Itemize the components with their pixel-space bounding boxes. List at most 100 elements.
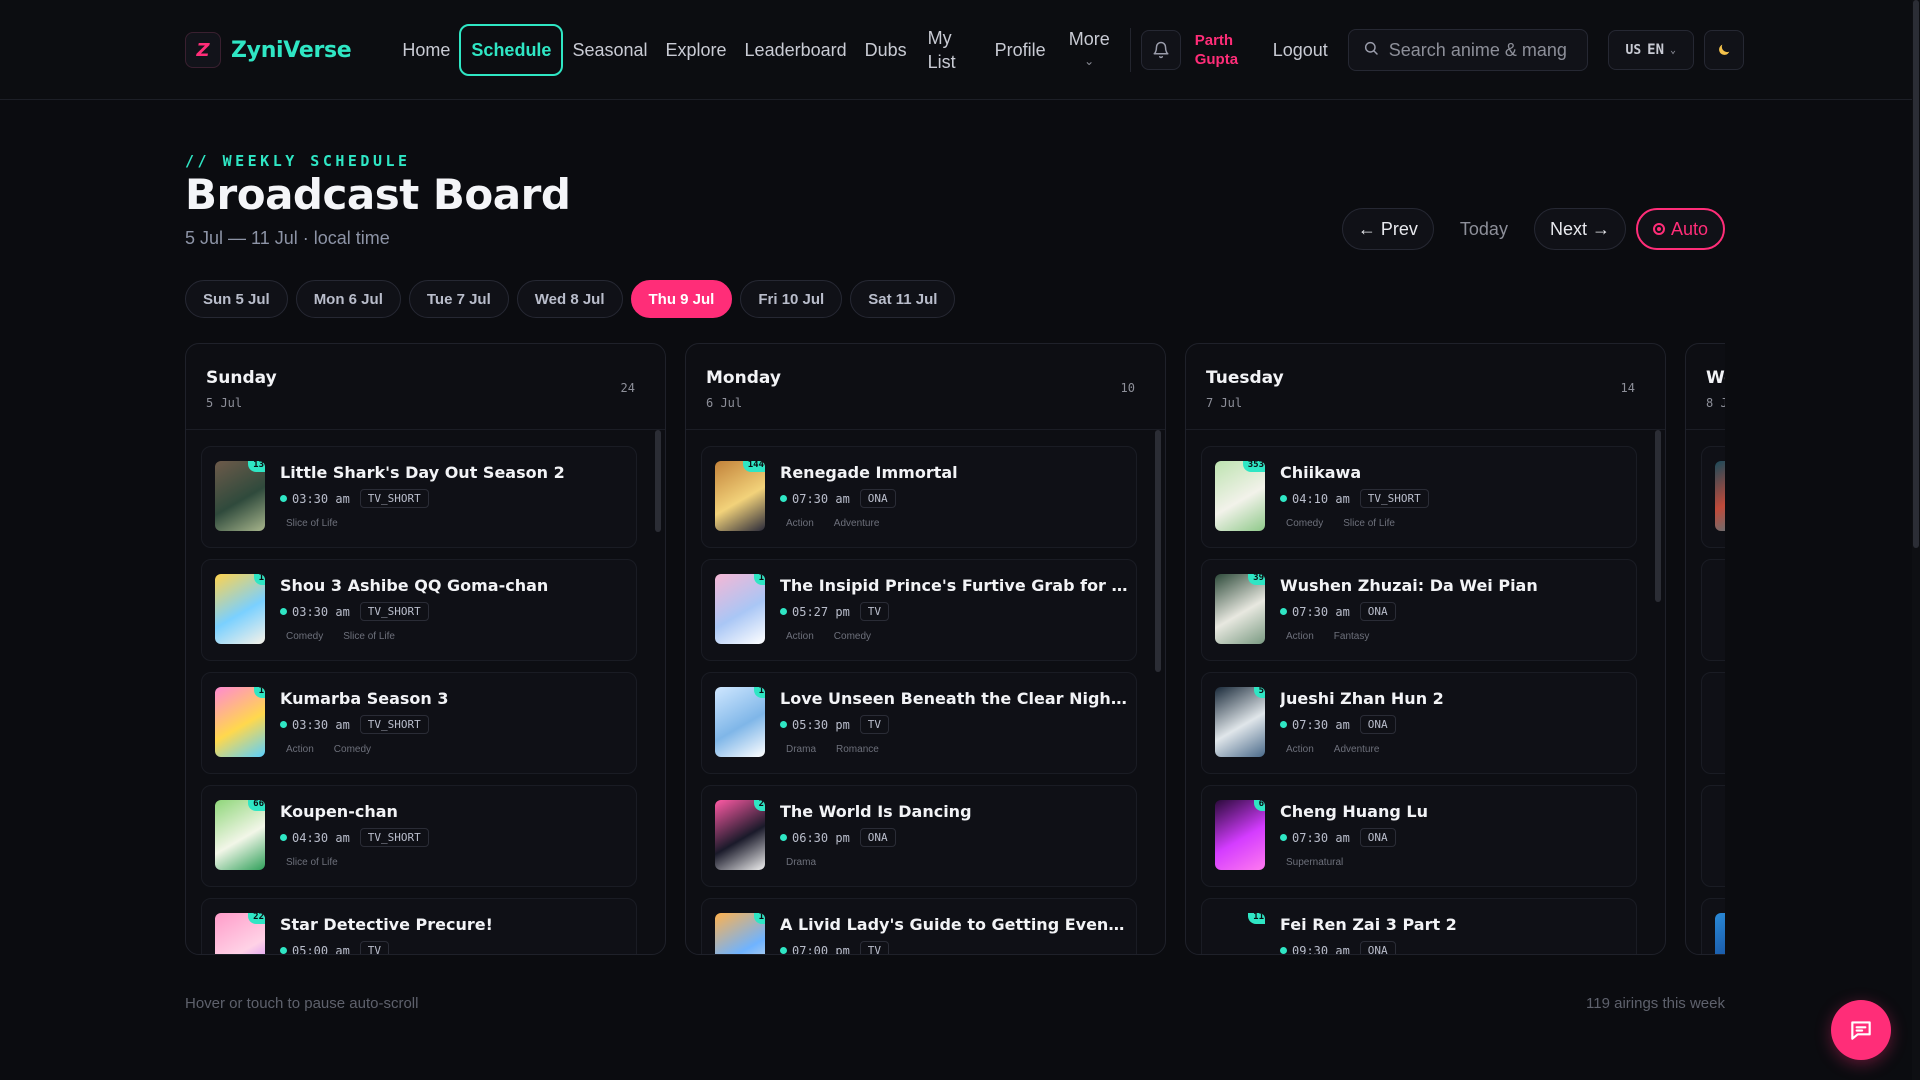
logout-link[interactable]: Logout (1273, 40, 1328, 61)
anime-title[interactable]: The Insipid Prince's Furtive Grab for th… (780, 576, 1130, 595)
chat-icon[interactable] (1831, 1000, 1891, 1060)
episode-badge: 1 (753, 687, 765, 698)
day-tab-fri[interactable]: Fri 10 Jul (740, 280, 843, 318)
anime-title[interactable]: Cheng Huang Lu (1280, 802, 1630, 821)
day-tab-sun[interactable]: Sun 5 Jul (185, 280, 288, 318)
logo-icon[interactable]: Z (185, 32, 221, 68)
schedule-card[interactable] (1701, 446, 1725, 548)
column-scrollbar-thumb[interactable] (1655, 430, 1661, 602)
anime-title[interactable]: Fei Ren Zai 3 Part 2 (1280, 915, 1630, 934)
auto-scroll-hint: Hover or touch to pause auto-scroll (185, 995, 419, 1012)
status-dot (1280, 608, 1287, 615)
episode-badge: 1 (253, 574, 265, 585)
schedule-card[interactable]: 353 Chiikawa 04:10 am TV_SHORT Comedy Slice o… (1201, 446, 1637, 548)
genre-tags: Action Fantasy (1280, 630, 1375, 643)
schedule-card[interactable]: 2 The World Is Dancing 06:30 pm ONA Drama (701, 785, 1137, 887)
nav-my-list[interactable]: My List (916, 24, 976, 76)
episode-badge: 66 (248, 800, 265, 811)
day-tab-wed[interactable]: Wed 8 Jul (516, 280, 623, 318)
anime-title[interactable]: Star Detective Precure! (280, 915, 630, 934)
airing-meta: 04:10 am TV_SHORT (1280, 489, 1429, 508)
schedule-card[interactable]: 39 Wushen Zhuzai: Da Wei Pian 07:30 am ONA A… (1201, 559, 1637, 661)
nav-leaderboard[interactable]: Leaderboard (736, 24, 856, 76)
schedule-card[interactable] (1701, 559, 1725, 661)
nav-profile[interactable]: Profile (986, 24, 1055, 76)
nav-more[interactable]: More ⌄ (1069, 28, 1110, 72)
format-badge: ONA (1359, 602, 1396, 621)
anime-title[interactable]: Jueshi Zhan Hun 2 (1280, 689, 1630, 708)
auto-scroll-button[interactable]: Auto (1635, 208, 1725, 250)
column-scrollbar[interactable] (1155, 430, 1161, 954)
schedule-card[interactable] (1701, 785, 1725, 887)
column-scrollbar-thumb[interactable] (1155, 430, 1161, 672)
prev-button[interactable]: ← Prev (1341, 208, 1434, 250)
schedule-card[interactable]: 1 A Livid Lady's Guide to Getting Even: H… (701, 898, 1137, 954)
day-tab-sat[interactable]: Sat 11 Jul (850, 280, 956, 318)
today-button[interactable]: Today (1444, 208, 1524, 250)
page-scrollbar-thumb[interactable] (1913, 0, 1919, 548)
nav-home[interactable]: Home (393, 24, 459, 76)
next-button[interactable]: Next → (1533, 208, 1626, 250)
nav-dubs[interactable]: Dubs (856, 24, 916, 76)
column-scrollbar[interactable] (655, 430, 661, 954)
day-column-tuesday: Tuesday 7 Jul 14 353 Chiikawa 04:10 am TV_SHOR… (1185, 343, 1666, 955)
schedule-card[interactable] (1701, 672, 1725, 774)
anime-title[interactable]: The World Is Dancing (780, 802, 1130, 821)
airing-time: 06:30 pm (792, 830, 850, 845)
schedule-card[interactable]: 13 Little Shark's Day Out Season 2 03:30 a… (201, 446, 637, 548)
moon-icon[interactable] (1703, 30, 1744, 70)
schedule-card[interactable]: 1 The Insipid Prince's Furtive Grab for t… (701, 559, 1137, 661)
schedule-card[interactable]: 6 Cheng Huang Lu 07:30 am ONA Supernatural (1201, 785, 1637, 887)
airing-meta: 07:30 am ONA (1280, 602, 1396, 621)
nav-explore[interactable]: Explore (657, 24, 736, 76)
schedule-card[interactable]: 144 Renegade Immortal 07:30 am ONA Action Adv… (701, 446, 1137, 548)
schedule-card[interactable]: 1 Shou 3 Ashibe QQ Goma-chan 03:30 am TV_SH… (201, 559, 637, 661)
schedule-card[interactable]: 11 Fei Ren Zai 3 Part 2 09:30 am ONA (1201, 898, 1637, 954)
nav-more-label: More (1068, 29, 1110, 49)
anime-poster: 5 (1215, 687, 1265, 757)
anime-title[interactable]: A Livid Lady's Guide to Getting Even: Ho… (780, 915, 1130, 934)
anime-title[interactable]: Shou 3 Ashibe QQ Goma-chan (280, 576, 630, 595)
day-tab-mon[interactable]: Mon 6 Jul (295, 280, 401, 318)
genre-tag: Fantasy (1333, 631, 1370, 642)
schedule-card[interactable]: 22 Star Detective Precure! 05:00 am TV (201, 898, 637, 954)
anime-title[interactable]: Kumarba Season 3 (280, 689, 630, 708)
bell-icon[interactable] (1140, 30, 1181, 70)
airing-meta: 07:00 pm TV (780, 941, 890, 954)
format-badge: TV_SHORT (359, 715, 429, 734)
anime-title[interactable]: Koupen-chan (280, 802, 630, 821)
genre-tags: Slice of Life (280, 517, 344, 530)
nav-schedule[interactable]: Schedule (459, 24, 564, 76)
day-tab-tue[interactable]: Tue 7 Jul (408, 280, 509, 318)
nav-seasonal[interactable]: Seasonal (563, 24, 656, 76)
column-scrollbar-thumb[interactable] (655, 430, 661, 532)
user-name[interactable]: Parth Gupta (1195, 31, 1251, 69)
genre-tag: Comedy (286, 631, 324, 642)
anime-title[interactable]: Love Unseen Beneath the Clear Night Sky (780, 689, 1130, 708)
schedule-card[interactable] (1701, 898, 1725, 954)
section-eyebrow: // WEEKLY SCHEDULE (185, 152, 411, 170)
anime-title[interactable]: Little Shark's Day Out Season 2 (280, 463, 630, 482)
schedule-card[interactable]: 1 Love Unseen Beneath the Clear Night Sky… (701, 672, 1137, 774)
anime-poster: 22 (215, 913, 265, 954)
genre-tags: Comedy Slice of Life (1280, 517, 1401, 530)
brand-name[interactable]: ZyniVerse (231, 38, 352, 63)
anime-title[interactable]: Renegade Immortal (780, 463, 1130, 482)
anime-poster: 1 (715, 574, 765, 644)
day-tab-thu[interactable]: Thu 9 Jul (630, 280, 733, 318)
search-box[interactable] (1347, 29, 1588, 71)
anime-poster: 1 (715, 687, 765, 757)
page-scrollbar[interactable] (1912, 0, 1920, 1080)
language-select[interactable]: US EN ⌄ (1607, 30, 1694, 70)
schedule-card[interactable]: 5 Jueshi Zhan Hun 2 07:30 am ONA Action Adven… (1201, 672, 1637, 774)
schedule-card[interactable]: 66 Koupen-chan 04:30 am TV_SHORT Slice of Li… (201, 785, 637, 887)
schedule-card[interactable]: 1 Kumarba Season 3 03:30 am TV_SHORT Action C… (201, 672, 637, 774)
search-input[interactable] (1388, 39, 1579, 61)
column-scrollbar[interactable] (1655, 430, 1661, 954)
anime-title[interactable]: Chiikawa (1280, 463, 1630, 482)
genre-tags: Slice of Life (280, 856, 344, 869)
genre-tag: Drama (786, 857, 817, 868)
airing-time: 03:30 am (292, 717, 350, 732)
anime-poster: 144 (715, 461, 765, 531)
anime-title[interactable]: Wushen Zhuzai: Da Wei Pian (1280, 576, 1630, 595)
